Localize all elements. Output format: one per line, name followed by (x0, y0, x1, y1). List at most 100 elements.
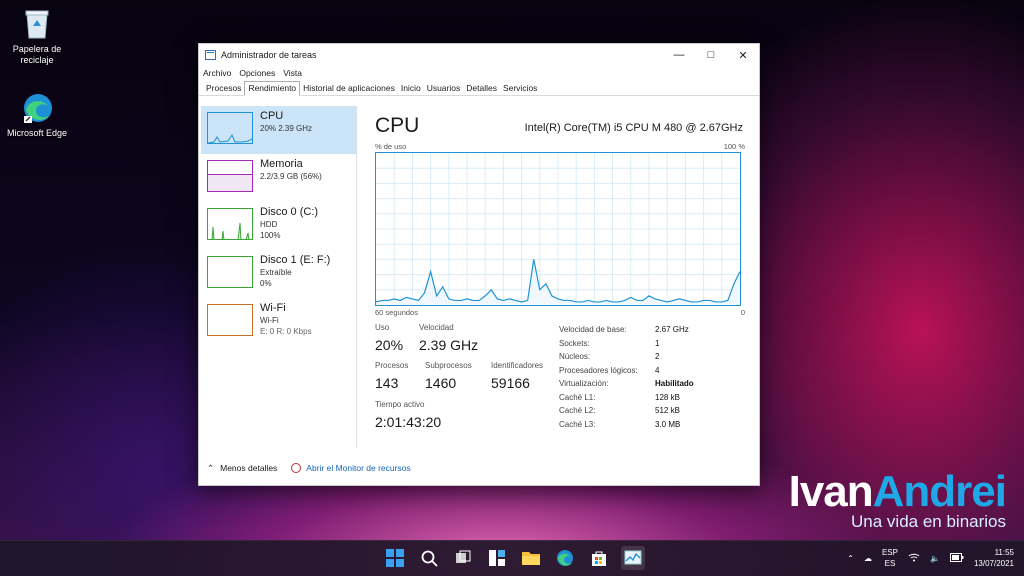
sidebar-item-detail: Extraíble (260, 268, 292, 277)
sidebar-item-name: Memoria (260, 158, 303, 170)
store-button[interactable] (587, 546, 611, 570)
edge-icon (557, 550, 573, 566)
sidebar-item-disco0[interactable]: Disco 0 (C:) HDD 100% (201, 202, 356, 250)
start-button[interactable] (383, 546, 407, 570)
folder-icon (522, 552, 540, 565)
title-bar[interactable]: Administrador de tareas — □ ✕ (199, 44, 759, 66)
sidebar-item-cpu[interactable]: CPU 20% 2.39 GHz (201, 106, 356, 154)
edge-taskbar-button[interactable] (553, 546, 577, 570)
spec-row: Caché L1: 128 kB (559, 392, 680, 402)
search-button[interactable] (417, 546, 441, 570)
graph-label-time: 60 segundos (375, 308, 418, 317)
spec-row: Caché L3: 3.0 MB (559, 419, 681, 429)
disk1-thumbnail-graph (207, 256, 253, 288)
speed-value: 2.39 GHz (419, 337, 479, 353)
task-manager-taskbar-button[interactable] (621, 546, 645, 570)
sidebar-item-detail: 2.2/3.9 GB (56%) (260, 172, 322, 181)
cpu-specs-table: Velocidad de base: 2.67 GHz Sockets: 1 Núc… (559, 323, 694, 431)
language-indicator[interactable]: ESP ES (882, 547, 898, 569)
system-tray: ⌃ ☁ ESP ES 🔈 11:55 13/07/2021 (847, 547, 1014, 569)
window-footer: ⌃ Menos detalles Abrir el Monitor de rec… (199, 451, 759, 485)
task-manager-icon (205, 50, 216, 60)
spec-row: Núcleos: 2 (559, 352, 660, 362)
speed-label: Velocidad (419, 323, 454, 332)
brand-title: IvanAndrei (788, 467, 1007, 516)
search-icon (421, 550, 438, 567)
cpu-thumbnail-graph (207, 112, 253, 144)
file-explorer-button[interactable] (519, 546, 543, 570)
edge-icon (22, 92, 52, 124)
threads-label: Subprocesos (425, 361, 472, 370)
cpu-model: Intel(R) Core(TM) i5 CPU M 480 @ 2.67GHz (524, 122, 743, 134)
desktop-icon-label: Papelera de reciclaje (12, 44, 62, 65)
task-view-icon (456, 550, 471, 563)
task-manager-icon (624, 550, 642, 565)
wifi-thumbnail-graph (207, 304, 253, 336)
widgets-icon (489, 550, 505, 566)
tab-procesos[interactable]: Procesos (203, 83, 244, 95)
graph-label-usage: % de uso (375, 142, 407, 151)
sidebar-item-disco1[interactable]: Disco 1 (E: F:) Extraíble 0% (201, 250, 356, 298)
cpu-stats: Uso 20% Velocidad 2.39 GHz Procesos 143 … (375, 323, 745, 433)
cpu-panel: CPU Intel(R) Core(TM) i5 CPU M 480 @ 2.6… (375, 114, 745, 433)
memory-thumbnail-graph (207, 160, 253, 192)
tab-servicios[interactable]: Servicios (500, 83, 540, 95)
widgets-button[interactable] (485, 546, 509, 570)
task-manager-window: Administrador de tareas — □ ✕ Archivo Op… (198, 43, 760, 486)
less-details-button[interactable]: ⌃ Menos detalles (207, 463, 277, 474)
sidebar-item-detail: 20% 2.39 GHz (260, 124, 313, 133)
tab-usuarios[interactable]: Usuarios (424, 83, 464, 95)
sidebar-item-name: Disco 1 (E: F:) (260, 254, 331, 266)
minimize-button[interactable]: — (663, 49, 695, 62)
tab-detalles[interactable]: Detalles (463, 83, 500, 95)
sidebar-item-memoria[interactable]: Memoria 2.2/3.9 GB (56%) (201, 154, 356, 202)
graph-label-now: 0 (740, 308, 745, 317)
battery-icon[interactable] (949, 552, 964, 564)
spec-row: Caché L2: 512 kB (559, 406, 680, 416)
tab-strip: Procesos Rendimiento Historial de aplica… (199, 80, 759, 96)
menu-bar: Archivo Opciones Vista (199, 66, 759, 80)
clock[interactable]: 11:55 13/07/2021 (974, 547, 1014, 569)
window-title: Administrador de tareas (221, 50, 317, 60)
desktop-icon-recycle-bin[interactable]: Papelera de reciclaje (0, 8, 74, 66)
menu-vista[interactable]: Vista (283, 68, 302, 78)
processes-value: 143 (375, 375, 399, 391)
sidebar-item-detail: 100% (260, 231, 281, 240)
tab-inicio[interactable]: Inicio (398, 83, 424, 95)
sidebar-item-name: CPU (260, 110, 284, 122)
desktop-icon-edge[interactable]: Microsoft Edge (0, 92, 74, 139)
uptime-label: Tiempo activo (375, 400, 425, 409)
taskbar: ⌃ ☁ ESP ES 🔈 11:55 13/07/2021 (0, 540, 1024, 576)
windows-icon (386, 549, 404, 567)
performance-sidebar: CPU 20% 2.39 GHz Memoria 2.2/3.9 GB (56%… (201, 106, 357, 448)
menu-archivo[interactable]: Archivo (203, 68, 231, 78)
resource-monitor-icon (291, 463, 302, 473)
spec-row: Virtualización: Habilitado (559, 379, 694, 389)
usage-label: Uso (375, 323, 390, 332)
sidebar-item-detail: Wi-Fi (260, 316, 279, 325)
sidebar-item-name: Wi-Fi (260, 302, 286, 314)
volume-icon[interactable]: 🔈 (930, 554, 940, 563)
menu-opciones[interactable]: Opciones (239, 68, 275, 78)
disk0-thumbnail-graph (207, 208, 253, 240)
sidebar-item-wifi[interactable]: Wi-Fi Wi-Fi E: 0 R: 0 Kbps (201, 298, 356, 346)
store-icon (592, 551, 606, 566)
sidebar-item-name: Disco 0 (C:) (260, 206, 319, 218)
maximize-button[interactable]: □ (695, 49, 727, 62)
handles-label: Identificadores (491, 361, 544, 370)
sidebar-item-detail: HDD (260, 220, 278, 229)
brand-watermark: IvanAndrei Una vida en binarios (788, 467, 1007, 532)
task-view-button[interactable] (451, 546, 475, 570)
cpu-usage-graph (375, 152, 741, 306)
wifi-icon[interactable] (908, 552, 920, 564)
tab-historial[interactable]: Historial de aplicaciones (300, 83, 398, 95)
chevron-up-icon[interactable]: ⌃ (847, 554, 854, 563)
spec-row: Velocidad de base: 2.67 GHz (559, 325, 689, 335)
close-button[interactable]: ✕ (727, 49, 759, 62)
recycle-bin-icon (22, 8, 52, 40)
clock-date: 13/07/2021 (973, 559, 1014, 568)
tab-rendimiento[interactable]: Rendimiento (244, 81, 301, 96)
cloud-icon[interactable]: ☁ (864, 554, 872, 563)
usage-value: 20% (375, 337, 404, 353)
resource-monitor-link[interactable]: Abrir el Monitor de recursos (291, 463, 411, 473)
